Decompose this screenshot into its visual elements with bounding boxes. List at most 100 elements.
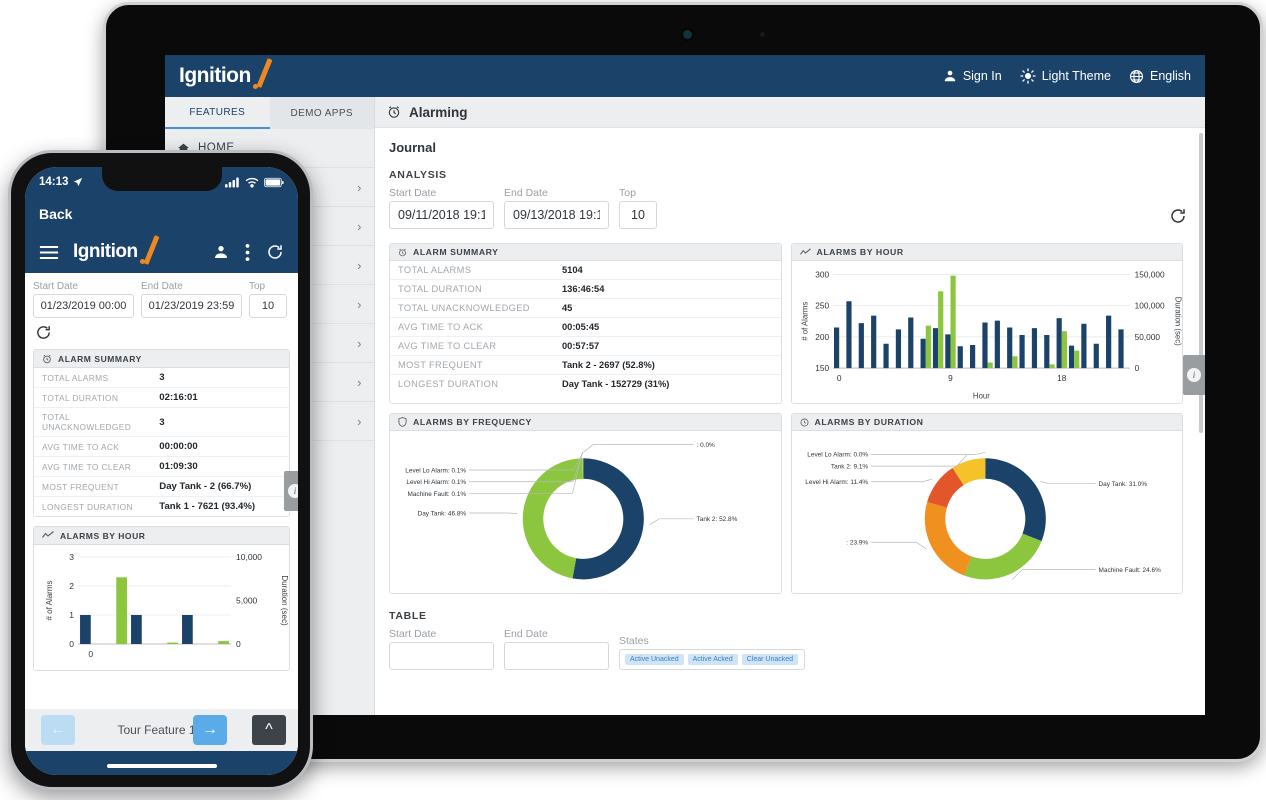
table-row: AVG TIME TO ACK 00:05:45 (390, 317, 781, 337)
table-end-date-field: End Date (504, 628, 609, 670)
svg-text:3: 3 (69, 552, 74, 562)
sun-icon (1020, 68, 1036, 84)
analysis-start-date-input[interactable] (389, 201, 494, 229)
svg-text:0: 0 (69, 639, 74, 649)
table-end-date-input[interactable] (504, 642, 609, 670)
svg-text:10,000: 10,000 (236, 552, 262, 562)
svg-text:Day Tank: 46.8%: Day Tank: 46.8% (418, 510, 467, 517)
phone-logo-text: Ignition (73, 241, 138, 262)
svg-text:50,000: 50,000 (1134, 332, 1160, 342)
phone-refresh-button[interactable] (35, 324, 290, 341)
svg-text:5,000: 5,000 (236, 596, 258, 606)
chevron-right-icon: › (357, 257, 362, 273)
svg-text:Level Lo Alarm: 0.0%: Level Lo Alarm: 0.0% (807, 452, 868, 459)
phone-start-date-input[interactable] (33, 294, 134, 318)
svg-text:Level Hi Alarm: 11.4%: Level Hi Alarm: 11.4% (805, 479, 868, 486)
phone-tour-prev-button[interactable]: ← (41, 715, 75, 745)
table-row: TOTAL UNACKNOWLEDGED 3 (34, 407, 289, 437)
alarms-by-duration-chart: Day Tank: 31.0% Machine Fault: 24.6%: 23.… (792, 431, 1183, 593)
refresh-icon[interactable] (1169, 207, 1187, 225)
tab-features[interactable]: FEATURES (165, 97, 270, 129)
svg-text:Level Lo Alarm: 0.1%: Level Lo Alarm: 0.1% (405, 467, 466, 474)
card-alarms-by-frequency-header: ALARMS BY FREQUENCY (390, 414, 781, 431)
svg-text:# of Alarms: # of Alarms (800, 302, 809, 341)
table-row: AVG TIME TO CLEAR 00:57:57 (390, 336, 781, 356)
card-alarm-summary-title: ALARM SUMMARY (413, 247, 499, 257)
table-start-date-input[interactable] (389, 642, 494, 670)
phone-info-tab-button[interactable]: i (284, 471, 298, 511)
row-key: AVG TIME TO ACK (34, 436, 152, 457)
state-chip[interactable]: Clear Unacked (741, 654, 799, 665)
user-icon[interactable] (213, 244, 229, 260)
card-alarm-summary: ALARM SUMMARY TOTAL ALARMS 5104 TOTAL DUR… (389, 243, 782, 404)
tab-demo-apps[interactable]: DEMO APPS (270, 97, 375, 129)
sidebar-tabs: FEATURES DEMO APPS (165, 97, 374, 129)
tablet-camera-icon (683, 30, 692, 39)
analysis-end-date-input[interactable] (504, 201, 609, 229)
state-chip[interactable]: Active Acked (687, 654, 738, 665)
line-chart-icon (799, 247, 811, 257)
user-icon (943, 69, 957, 83)
phone-alarm-summary-title: ALARM SUMMARY (58, 353, 142, 364)
page-header: Alarming (375, 97, 1205, 128)
phone-start-date-field: Start Date (33, 281, 134, 318)
page-title: Alarming (409, 104, 468, 120)
row-value: 3 (151, 407, 289, 437)
svg-text:0: 0 (836, 373, 841, 383)
phone-top-input[interactable] (249, 294, 287, 318)
row-value: Tank 1 - 7621 (93.4%) (159, 501, 256, 512)
svg-text:: 23.9%: : 23.9% (846, 540, 868, 547)
info-icon: i (288, 484, 298, 498)
sign-in-button[interactable]: Sign In (943, 69, 1002, 83)
alarm-clock-icon (398, 248, 407, 257)
phone-tour-collapse-button[interactable]: ^ (252, 715, 286, 745)
table-row: LONGEST DURATION Tank 1 - 7621 (93.4%) (34, 497, 289, 517)
tablet-screen: Ignition Sign In Light Theme English FEA… (165, 55, 1205, 715)
phone-start-date-label: Start Date (33, 281, 79, 292)
table-row: TOTAL DURATION 136:46:54 (390, 279, 781, 299)
info-tab-button[interactable]: i (1183, 355, 1205, 395)
logo-slash-icon (143, 235, 160, 265)
card-alarm-summary-header: ALARM SUMMARY (390, 244, 781, 261)
row-value: 02:16:01 (151, 387, 289, 408)
screenshot-root: Ignition Sign In Light Theme English FEA… (0, 0, 1266, 800)
ignition-logo[interactable]: Ignition (179, 58, 273, 89)
logo-slash-icon (256, 58, 273, 88)
light-theme-button[interactable]: Light Theme (1020, 68, 1111, 84)
phone-nav-actions (213, 243, 284, 261)
table-row: AVG TIME TO ACK 00:00:00 (34, 436, 289, 457)
phone-home-indicator[interactable] (106, 764, 217, 768)
status-time: 14:13 (39, 176, 69, 188)
wifi-icon (245, 177, 259, 188)
state-chip[interactable]: Active Unacked (625, 654, 684, 665)
row-value: Day Tank - 152729 (31%) (562, 379, 670, 389)
phone-bottom-fill (25, 751, 298, 775)
alarm-clock-icon (387, 105, 401, 119)
language-label: English (1150, 69, 1191, 83)
card-alarms-by-hour-title: ALARMS BY HOUR (816, 247, 904, 257)
language-button[interactable]: English (1129, 69, 1191, 84)
tablet-body: FEATURES DEMO APPS HOME › › › › › › › Al… (165, 97, 1205, 715)
phone-back-button[interactable]: Back (25, 197, 298, 231)
phone-ignition-logo[interactable]: Ignition (73, 235, 160, 265)
row-key: MOST FREQUENT (34, 476, 152, 497)
analysis-top-input[interactable] (619, 201, 657, 229)
phone-tour-next-button[interactable]: → (193, 715, 227, 745)
svg-text:Duration (sec): Duration (sec) (1173, 297, 1182, 346)
table-row: LONGEST DURATION Day Tank - 152729 (31%) (390, 375, 781, 394)
svg-text:Hour: Hour (972, 391, 989, 400)
row-value: 00:05:45 (554, 317, 781, 337)
table-row: TOTAL ALARMS 3 (34, 368, 289, 388)
svg-text:Machine Fault: 0.1%: Machine Fault: 0.1% (407, 491, 466, 498)
table-states-chips[interactable]: Active Unacked Active Acked Clear Unacke… (619, 649, 805, 670)
hamburger-icon[interactable] (39, 245, 59, 260)
analysis-filters: Start Date End Date Top (389, 187, 1185, 229)
journal-title: Journal (389, 140, 436, 155)
globe-icon (1129, 69, 1144, 84)
refresh-icon[interactable] (266, 243, 284, 261)
signal-icon (225, 177, 240, 188)
kebab-menu-icon[interactable] (245, 243, 250, 261)
row-value: Tank 2 - 2697 (52.8%) (554, 355, 781, 375)
phone-end-date-input[interactable] (141, 294, 242, 318)
svg-text:0: 0 (88, 649, 93, 659)
